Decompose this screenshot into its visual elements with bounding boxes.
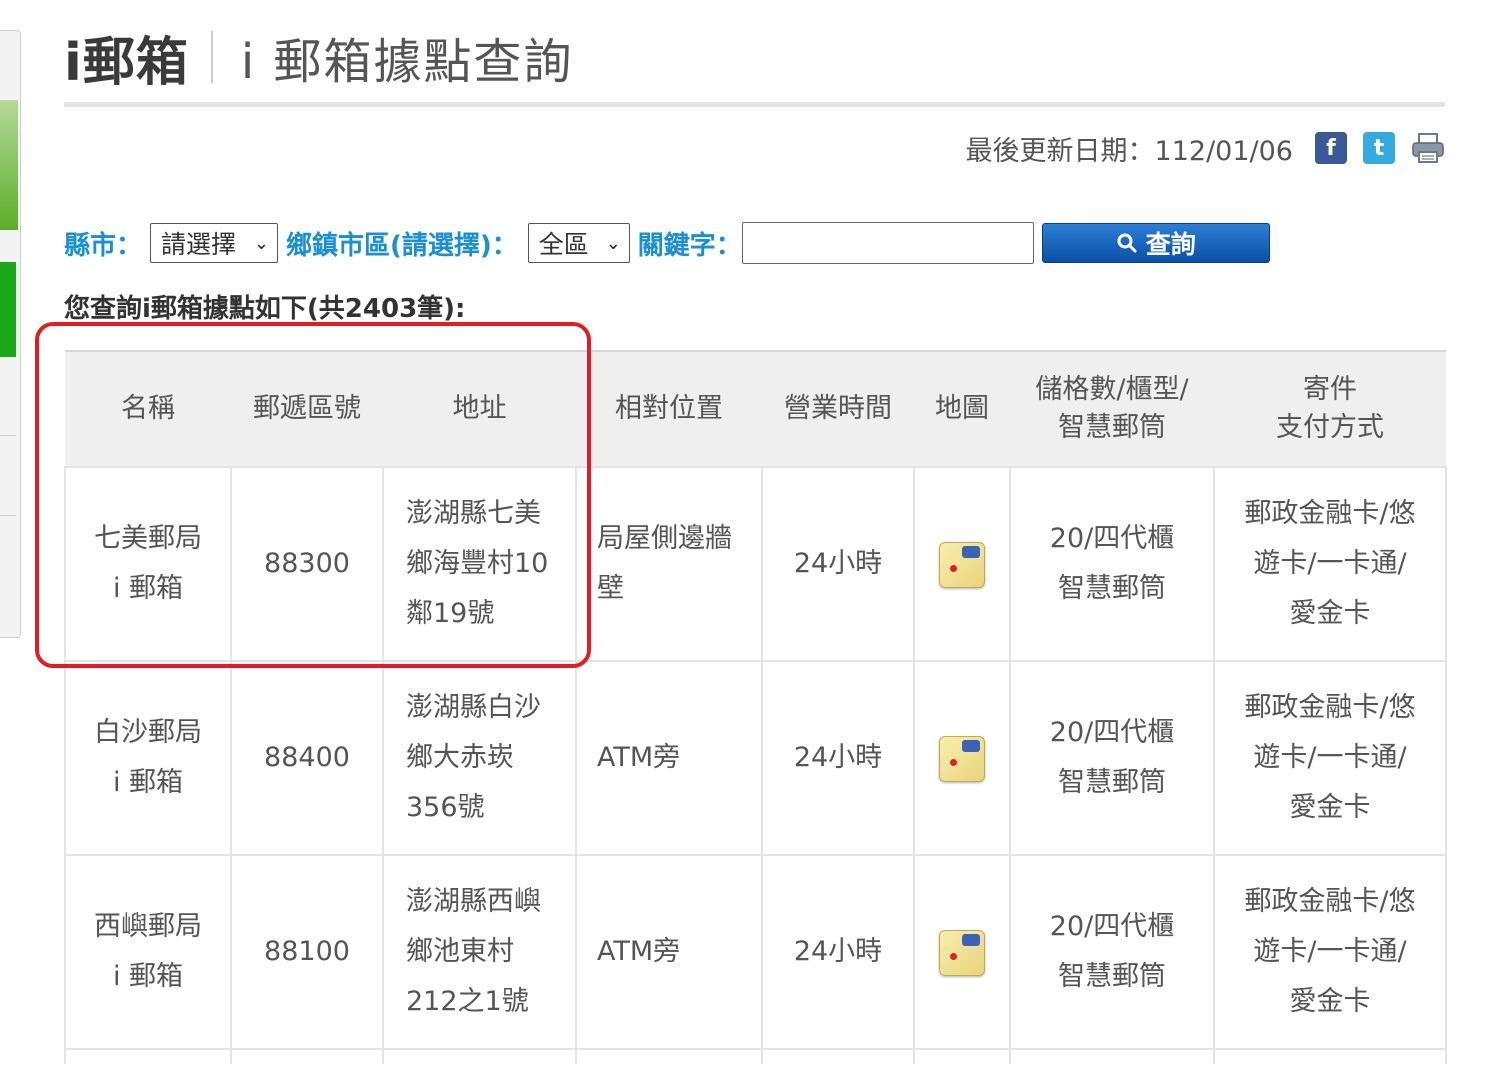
cell-map [913, 466, 1011, 662]
cell-position: ATM旁 [575, 854, 763, 1050]
cell-hours: 24小時 [761, 660, 915, 856]
county-select[interactable]: 請選擇 ⌄ [150, 223, 279, 263]
cell-position: 局屋側邊牆壁 [575, 466, 763, 662]
header-payment: 寄件 支付方式 [1214, 350, 1446, 467]
header-address: 地址 [383, 350, 576, 467]
cell-payment: 郵政金融卡/悠 遊卡/一卡通/愛金卡 [1213, 466, 1447, 662]
twitter-icon[interactable]: t [1363, 132, 1395, 164]
cell-zip: 88300 [230, 466, 384, 662]
map-icon[interactable] [939, 541, 985, 588]
cell-cells: 20/四代櫃 智慧郵筒 [1009, 854, 1215, 1050]
keyword-input[interactable] [741, 222, 1034, 264]
cell-payment: 郵政金融卡/悠 遊卡/一卡通/愛金卡 [1213, 854, 1447, 1050]
divider [0, 515, 16, 516]
header-hours: 營業時間 [762, 350, 914, 467]
cell-name: 七美郵局 i 郵箱 [64, 466, 232, 662]
map-icon[interactable] [939, 735, 985, 782]
green-tab-graphic [0, 262, 16, 357]
result-summary: 您查詢i郵箱據點如下(共2403筆): [64, 294, 466, 324]
cell-payment: 郵政金融卡/悠 遊卡/一卡通/愛金卡 [1213, 660, 1447, 856]
county-select-value: 請選擇 [161, 230, 237, 259]
district-select-value: 全區 [538, 230, 589, 259]
page-header: i郵箱 i 郵箱據點查詢 [64, 22, 574, 93]
table-header-row: 名稱 郵遞區號 地址 相對位置 營業時間 地圖 儲格數/櫃型/智慧郵筒 寄件 支付… [65, 350, 1446, 467]
search-button-label: 查詢 [1145, 230, 1196, 259]
cell-hours: 24小時 [761, 466, 915, 662]
cell-hours: 24小時 [761, 854, 915, 1050]
table-row: 七美郵局 i 郵箱 88300 澎湖縣七美 鄉海豐村10 鄰19號 局屋側邊牆壁 24… [64, 466, 1447, 662]
search-icon [1117, 233, 1137, 253]
cell-map [913, 660, 1011, 856]
district-label: 鄉鎮市區(請選擇)： [286, 230, 518, 261]
cell-address: 澎湖縣西嶼 鄉池東村 212之1號 [382, 854, 577, 1050]
page-title: i郵箱 [64, 32, 189, 93]
table-row: 白沙郵局 i 郵箱 88400 澎湖縣白沙 鄉大赤崁 356號 ATM旁 24小時 2… [64, 660, 1447, 856]
divider [0, 435, 16, 436]
chevron-down-icon: ⌄ [605, 232, 621, 254]
update-share-row: 最後更新日期：112/01/06 f t [966, 128, 1445, 168]
table-row [64, 1048, 1447, 1064]
page-subtitle: i 郵箱據點查詢 [240, 34, 574, 90]
search-form: 縣市： 請選擇 ⌄ 鄉鎮市區(請選擇)： 全區 ⌄ 關鍵字： 查詢 [64, 220, 1270, 266]
cell-address: 澎湖縣七美 鄉海豐村10 鄰19號 [382, 466, 577, 662]
title-divider [210, 31, 213, 83]
district-select[interactable]: 全區 ⌄ [527, 223, 630, 263]
cell-map [913, 854, 1011, 1050]
header-cells: 儲格數/櫃型/智慧郵筒 [1010, 350, 1214, 467]
cell-zip: 88100 [230, 854, 384, 1050]
title-underline [64, 102, 1445, 107]
last-updated-date: 最後更新日期：112/01/06 [965, 135, 1293, 167]
header-name: 名稱 [65, 350, 231, 467]
facebook-icon[interactable]: f [1315, 132, 1347, 164]
county-label: 縣市： [64, 230, 143, 261]
table-row: 西嶼郵局 i 郵箱 88100 澎湖縣西嶼 鄉池東村 212之1號 ATM旁 24小時… [64, 854, 1447, 1050]
results-table: 名稱 郵遞區號 地址 相對位置 營業時間 地圖 儲格數/櫃型/智慧郵筒 寄件 支付… [64, 350, 1447, 1064]
map-icon[interactable] [939, 929, 985, 976]
chevron-down-icon: ⌄ [253, 232, 270, 254]
header-zip: 郵遞區號 [231, 350, 383, 467]
cell-zip: 88400 [230, 660, 384, 856]
header-position: 相對位置 [576, 350, 762, 467]
keyword-label: 關鍵字： [637, 230, 742, 261]
print-icon[interactable] [1411, 132, 1445, 164]
left-sidebar-edge [0, 30, 22, 640]
cell-position: ATM旁 [575, 660, 763, 856]
search-button[interactable]: 查詢 [1041, 223, 1270, 263]
header-map: 地圖 [914, 350, 1010, 467]
cell-address: 澎湖縣白沙 鄉大赤崁 356號 [382, 660, 577, 856]
green-arrow-graphic [0, 100, 18, 230]
cell-name: 白沙郵局 i 郵箱 [64, 660, 232, 856]
cell-cells: 20/四代櫃 智慧郵筒 [1009, 466, 1215, 662]
cell-name: 西嶼郵局 i 郵箱 [64, 854, 232, 1050]
cell-cells: 20/四代櫃 智慧郵筒 [1009, 660, 1215, 856]
